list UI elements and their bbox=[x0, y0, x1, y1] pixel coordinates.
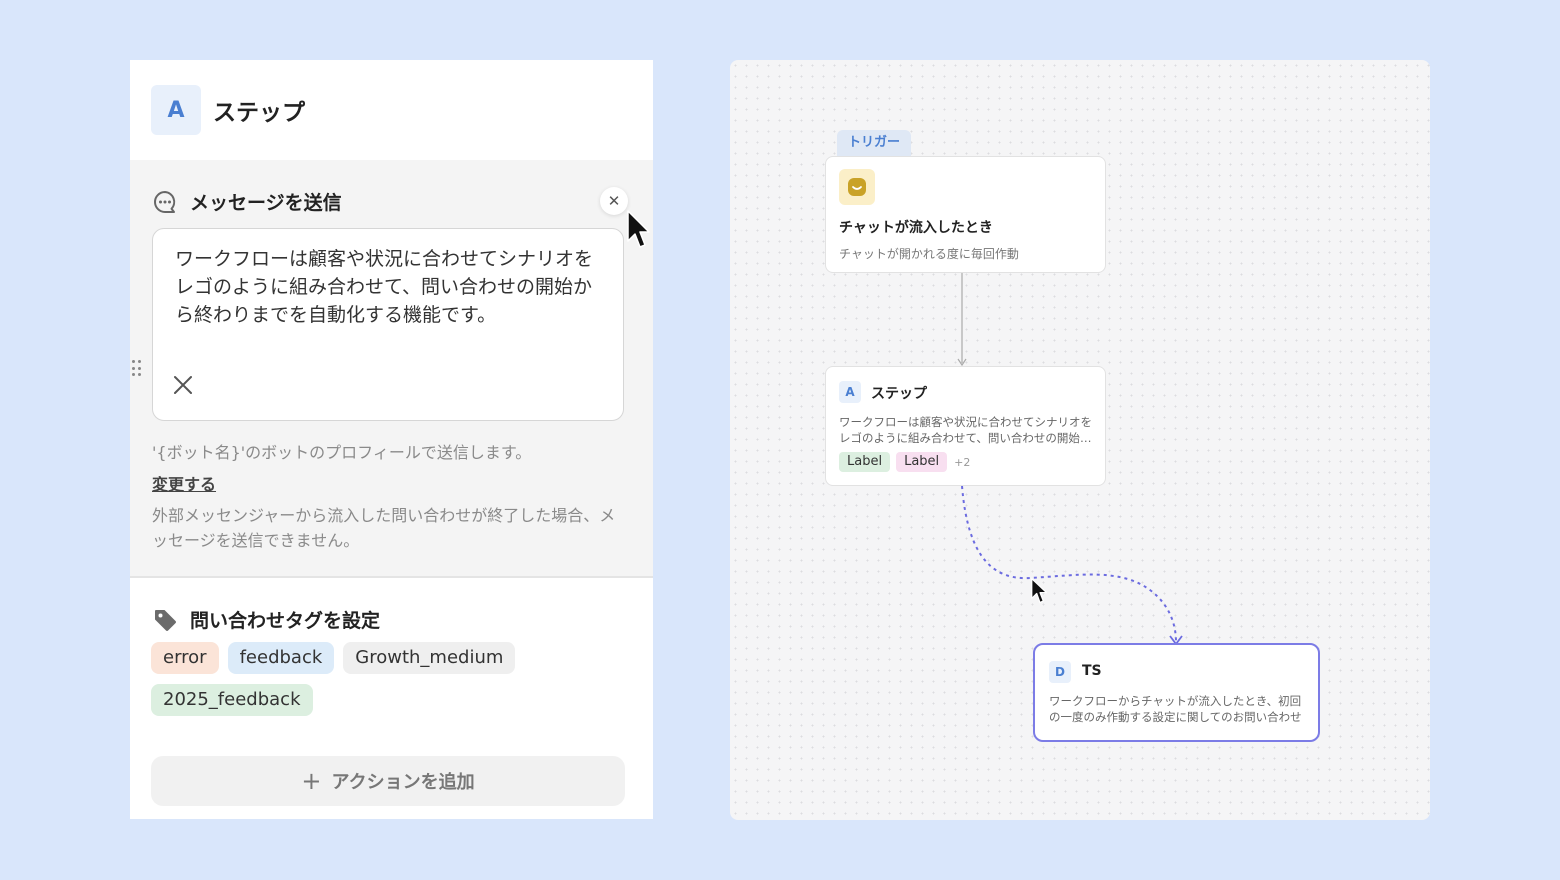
step-node-badge: A bbox=[839, 381, 861, 403]
step-badge: A bbox=[151, 85, 201, 135]
external-messenger-warning: 外部メッセンジャーから流入した問い合わせが終了した場合、メッセージを送信できませ… bbox=[152, 506, 616, 550]
step-node-desc: ワークフローは顧客や状況に合わせてシナリオをレゴのように組み合わせて、問い合わせ… bbox=[839, 415, 1092, 445]
mouse-cursor-icon bbox=[627, 210, 650, 248]
ts-node-desc: ワークフローからチャットが流入したとき、初回の一度のみ作動する設定に関してのお問… bbox=[1049, 694, 1302, 724]
tag-icon bbox=[155, 609, 176, 631]
chat-smile-icon bbox=[839, 169, 875, 205]
plus-icon: + bbox=[301, 767, 322, 795]
step-node-labels: Label Label +2 bbox=[839, 452, 970, 472]
message-textarea[interactable]: ワークフローは顧客や状況に合わせてシナリオをレゴのように組み合わせて、問い合わせ… bbox=[152, 228, 624, 421]
tag-chip[interactable]: feedback bbox=[227, 642, 335, 674]
trigger-node-desc: チャットが開かれる度に毎回作動 bbox=[839, 247, 1019, 261]
ts-node-badge: D bbox=[1049, 661, 1071, 683]
send-message-section: メッセージを送信 ✕ ワークフローは顧客や状況に合わせてシナリオをレゴのように組… bbox=[130, 160, 653, 578]
step-to-ts-dashed-connector bbox=[961, 485, 1177, 643]
panel-title: ステップ bbox=[213, 100, 305, 126]
tag-chip[interactable]: Growth_medium bbox=[343, 642, 516, 674]
inquiry-tag-title: 問い合わせタグを設定 bbox=[190, 610, 381, 632]
step-panel: A ステップ メッセージを送信 ✕ ワークフローは顧客や状況に合わせてシナリオを… bbox=[130, 60, 653, 819]
ts-node[interactable]: D TS ワークフローからチャットが流入したとき、初回の一度のみ作動する設定に関… bbox=[1033, 643, 1320, 742]
inquiry-tag-header: 問い合わせタグを設定 bbox=[152, 606, 380, 633]
trigger-tab: トリガー bbox=[837, 130, 912, 158]
ts-node-title: TS bbox=[1082, 663, 1102, 679]
change-bot-link[interactable]: 変更する bbox=[152, 471, 216, 495]
step-node[interactable]: A ステップ ワークフローは顧客や状況に合わせてシナリオをレゴのように組み合わせ… bbox=[825, 366, 1106, 486]
bot-profile-note: '{ボット名}'のボットのプロフィールで送信します。 bbox=[152, 443, 532, 462]
chat-bubble-icon bbox=[154, 190, 176, 213]
mouse-cursor-icon bbox=[1031, 578, 1048, 604]
add-action-button[interactable]: + アクションを追加 bbox=[151, 756, 625, 806]
send-message-title: メッセージを送信 bbox=[190, 192, 342, 214]
message-body: ワークフローは顧客や状況に合わせてシナリオをレゴのように組み合わせて、問い合わせ… bbox=[175, 248, 594, 326]
clear-message-icon[interactable] bbox=[173, 375, 193, 395]
panel-header: A ステップ bbox=[130, 60, 653, 160]
label-chip: Label bbox=[839, 452, 891, 472]
tag-chip[interactable]: 2025_feedback bbox=[151, 684, 313, 716]
tag-chip-list: error feedback Growth_medium 2025_feedba… bbox=[151, 642, 551, 716]
label-chip: Label bbox=[896, 452, 948, 472]
trigger-node-title: チャットが流入したとき bbox=[839, 220, 993, 236]
workflow-canvas[interactable]: トリガー チャットが流入したとき チャットが開かれる度に毎回作動 A ステップ … bbox=[730, 60, 1430, 820]
add-action-label: アクションを追加 bbox=[331, 772, 475, 793]
drag-handle-icon[interactable] bbox=[132, 360, 142, 378]
step-node-title: ステップ bbox=[871, 386, 927, 402]
more-labels-count: +2 bbox=[954, 455, 971, 469]
trigger-node[interactable]: チャットが流入したとき チャットが開かれる度に毎回作動 bbox=[825, 156, 1106, 273]
send-message-header: メッセージを送信 bbox=[152, 188, 342, 215]
close-icon[interactable]: ✕ bbox=[600, 187, 628, 215]
tag-chip[interactable]: error bbox=[151, 642, 219, 674]
